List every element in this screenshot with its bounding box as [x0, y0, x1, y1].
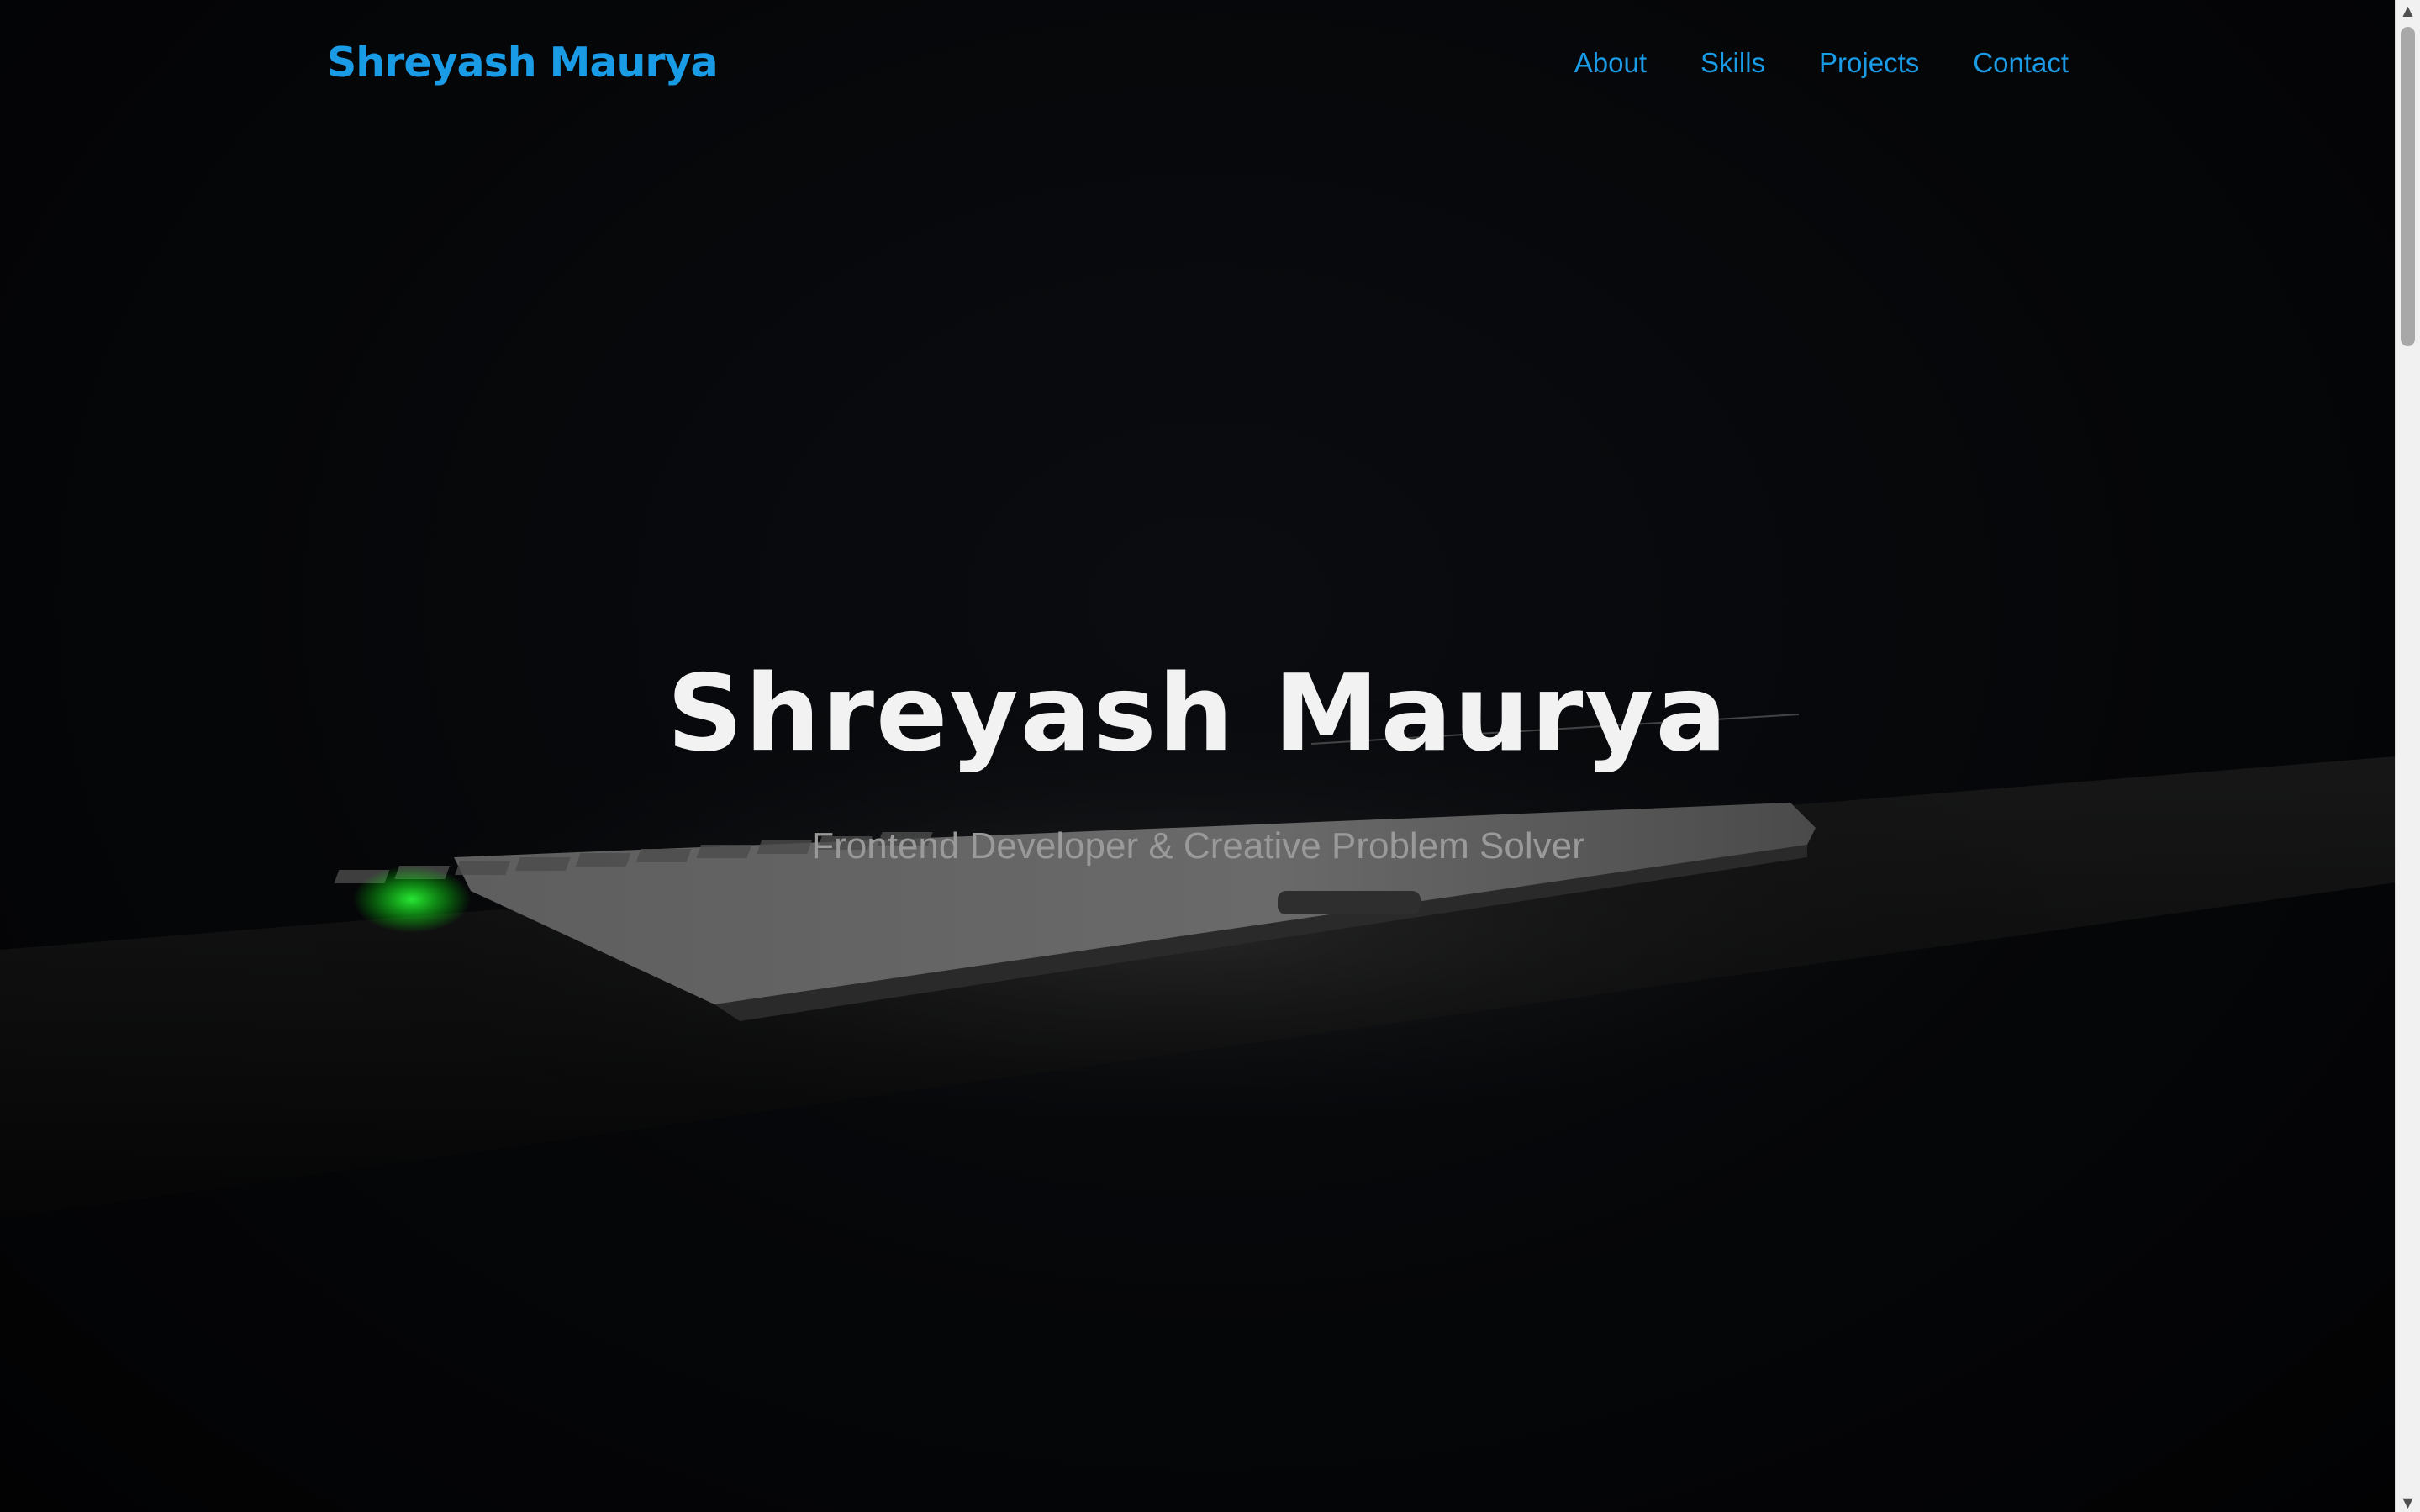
top-navbar: Shreyash Maurya About Skills Projects Co… — [0, 0, 2396, 134]
nav-link-about[interactable]: About — [1574, 47, 1647, 79]
site-logo[interactable]: Shreyash Maurya — [327, 39, 719, 87]
hero-title: Shreyash Maurya — [667, 651, 1729, 775]
scrollbar-thumb[interactable] — [2401, 27, 2415, 346]
chevron-down-icon[interactable]: ▼ — [2396, 1492, 2420, 1512]
page: Shreyash Maurya About Skills Projects Co… — [0, 0, 2420, 1512]
chevron-up-icon[interactable]: ▲ — [2396, 0, 2420, 20]
page-scrollbar[interactable]: ▲ ▼ — [2395, 0, 2420, 1512]
nav-link-projects[interactable]: Projects — [1819, 47, 1919, 79]
hero-subtitle: Frontend Developer & Creative Problem So… — [811, 825, 1584, 867]
nav-link-skills[interactable]: Skills — [1700, 47, 1765, 79]
nav-link-contact[interactable]: Contact — [1973, 47, 2069, 79]
nav-links: About Skills Projects Contact — [1574, 47, 2069, 79]
